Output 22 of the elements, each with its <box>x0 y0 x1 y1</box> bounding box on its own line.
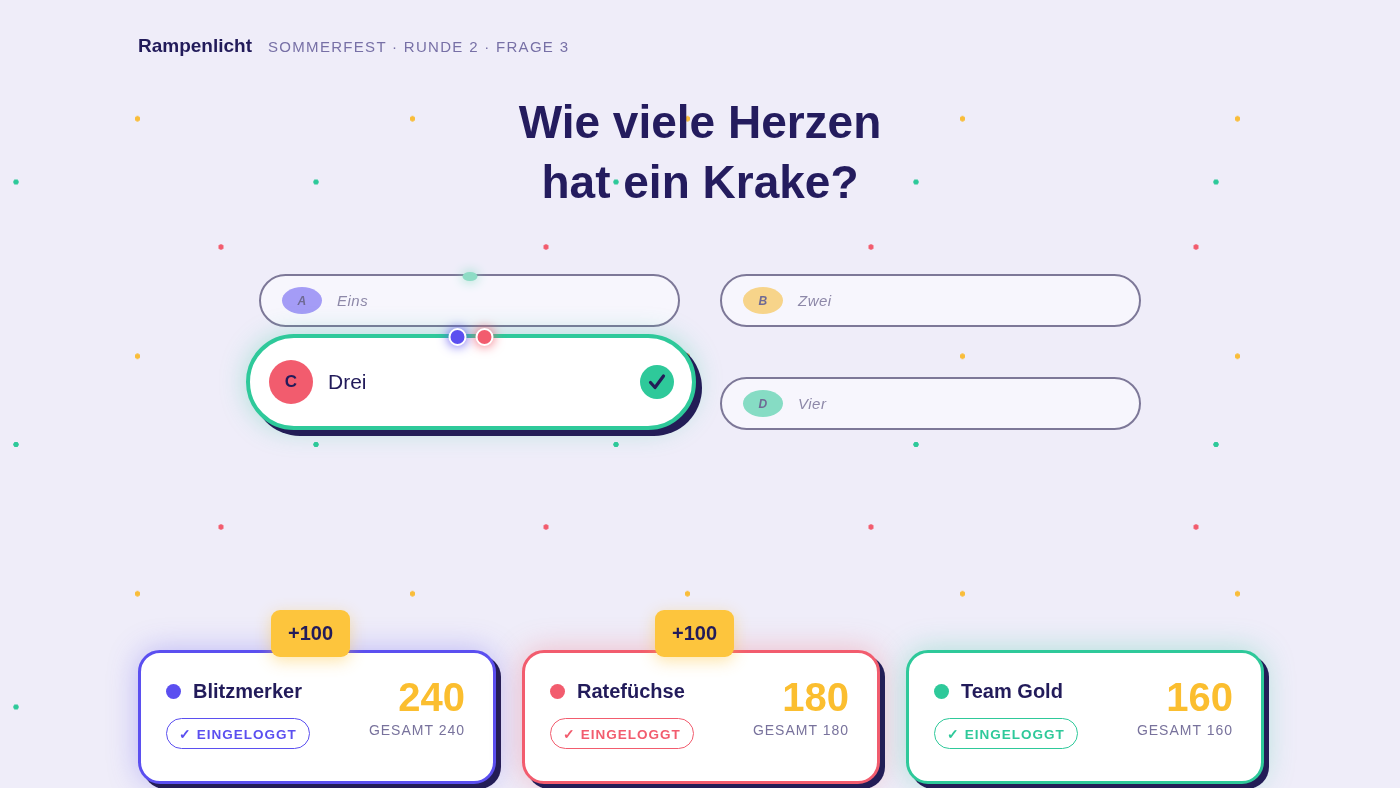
answer-option[interactable]: B Zwei <box>720 274 1141 327</box>
answer-letter: C <box>269 360 313 404</box>
team-name: Ratefüchse <box>577 679 685 703</box>
bonus-points: +100 <box>655 610 735 657</box>
check-icon <box>640 365 674 399</box>
answer-option[interactable]: D Vier <box>720 377 1141 430</box>
answer-letter: D <box>743 390 783 417</box>
total-score: GESAMT 160 <box>1136 722 1233 738</box>
team-name: Blitzmerker <box>193 679 302 703</box>
answer-option[interactable]: A Eins <box>259 274 680 327</box>
question-text: Wie viele Herzen hat ein Krake? <box>517 95 883 210</box>
total-score: GESAMT 180 <box>752 722 849 738</box>
team-score: 180 <box>782 675 849 719</box>
team-score: 160 <box>1166 675 1233 719</box>
app-title: Rampenlicht <box>138 34 253 58</box>
bonus-points: +100 <box>271 610 351 657</box>
answer-letter: B <box>743 287 783 314</box>
team-name: Team Gold <box>961 679 1063 703</box>
breadcrumb: SOMMERFEST · RUNDE 2 · FRAGE 3 <box>268 38 570 55</box>
total-score: GESAMT 240 <box>368 722 465 738</box>
team-score: 240 <box>398 675 465 719</box>
answer-letter: A <box>282 287 322 314</box>
